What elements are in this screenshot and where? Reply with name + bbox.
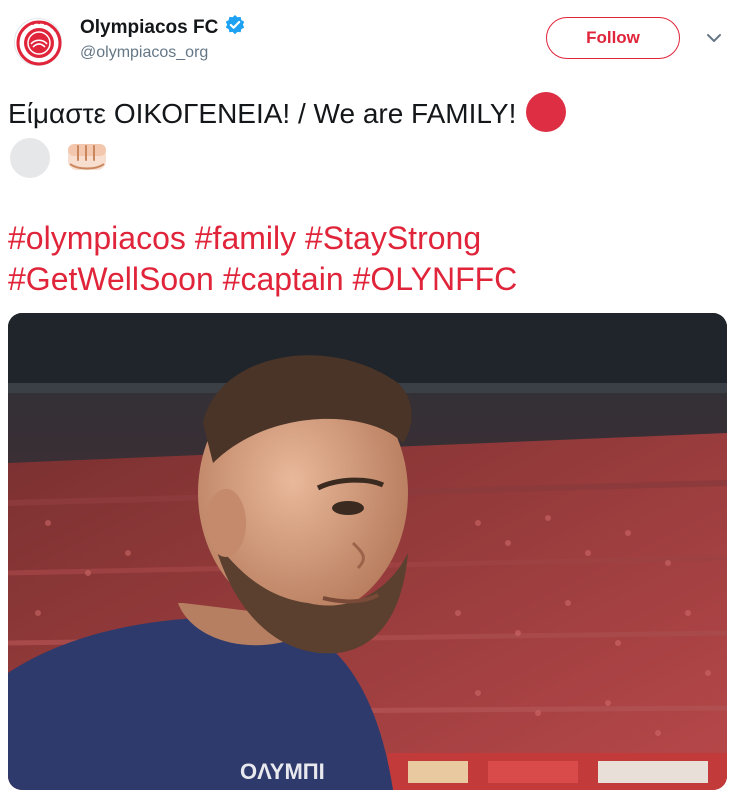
red-circle-emoji-icon xyxy=(526,92,567,132)
hashtag-link[interactable]: #captain xyxy=(223,261,344,297)
white-circle-emoji-icon xyxy=(10,138,50,178)
hashtag-link[interactable]: #GetWellSoon xyxy=(8,261,214,297)
olympiacos-crest-icon xyxy=(16,20,62,66)
account-avatar[interactable] xyxy=(14,18,62,66)
tweet-text-line: Είμαστε ΟΙΚΟΓΕΝΕΙΑ! / We are FAMILY! xyxy=(8,98,517,129)
tweet-photo[interactable]: OΛΥΜΠΙ xyxy=(8,313,727,790)
hashtag-link[interactable]: #olympiacos xyxy=(8,220,186,256)
shirt-text: OΛΥΜΠΙ xyxy=(240,759,325,784)
account-name-row[interactable]: Olympiacos FC xyxy=(80,14,246,42)
account-name[interactable]: Olympiacos FC xyxy=(80,17,218,38)
account-handle[interactable]: @olympiacos_org xyxy=(80,44,208,62)
hashtag-line-1: #olympiacos #family #StayStrong xyxy=(8,218,517,259)
tweet-text: Είμαστε ΟΙΚΟΓΕΝΕΙΑ! / We are FAMILY! xyxy=(8,92,728,135)
fist-emoji-icon xyxy=(68,144,106,170)
hashtag-link[interactable]: #StayStrong xyxy=(305,220,481,256)
hashtag-block: #olympiacos #family #StayStrong #GetWell… xyxy=(8,218,517,300)
follow-button[interactable]: Follow xyxy=(546,17,680,59)
verified-badge-icon xyxy=(224,14,246,42)
hashtag-line-2: #GetWellSoon #captain #OLYNFFC xyxy=(8,259,517,300)
chevron-down-icon[interactable] xyxy=(704,31,724,45)
hashtag-link[interactable]: #family xyxy=(195,220,296,256)
hashtag-link[interactable]: #OLYNFFC xyxy=(353,261,518,297)
tweet-header: Olympiacos FC @olympiacos_org Follow xyxy=(0,0,735,80)
photo-image-icon: OΛΥΜΠΙ xyxy=(8,313,727,790)
